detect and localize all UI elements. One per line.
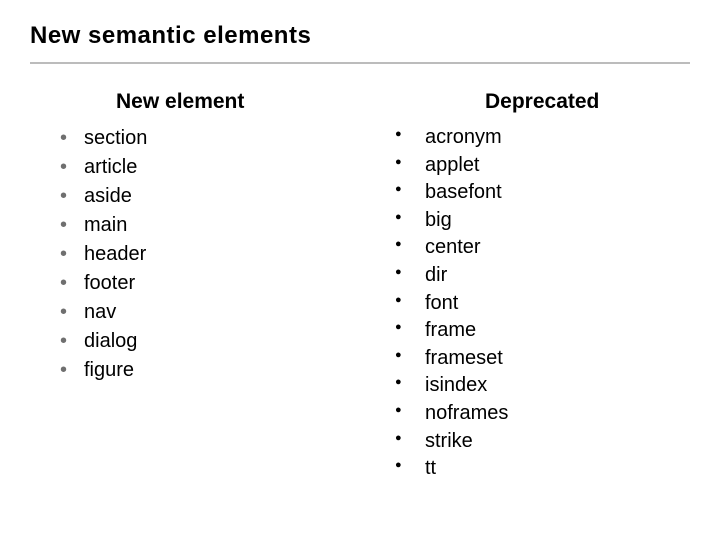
list-item: frameset [395,345,690,373]
list-item: article [60,153,355,182]
list-item: isindex [395,372,690,400]
list-item: font [395,290,690,318]
deprecated-heading: Deprecated [395,90,690,114]
list-item: noframes [395,400,690,428]
new-elements-list: section article aside main header footer… [60,124,355,385]
slide-title: New semantic elements [30,22,690,64]
list-item: footer [60,269,355,298]
list-item: main [60,211,355,240]
list-item: header [60,240,355,269]
column-new-elements: New element section article aside main h… [30,90,355,483]
list-item: acronym [395,124,690,152]
columns-container: New element section article aside main h… [30,90,690,483]
new-elements-heading: New element [60,90,355,114]
list-item: nav [60,298,355,327]
list-item: section [60,124,355,153]
list-item: tt [395,455,690,483]
list-item: big [395,207,690,235]
list-item: dir [395,262,690,290]
deprecated-list: acronym applet basefont big center dir f… [395,124,690,483]
column-deprecated: Deprecated acronym applet basefont big c… [395,90,690,483]
list-item: figure [60,356,355,385]
list-item: applet [395,152,690,180]
list-item: aside [60,182,355,211]
list-item: dialog [60,327,355,356]
list-item: frame [395,317,690,345]
list-item: basefont [395,179,690,207]
list-item: strike [395,428,690,456]
list-item: center [395,234,690,262]
